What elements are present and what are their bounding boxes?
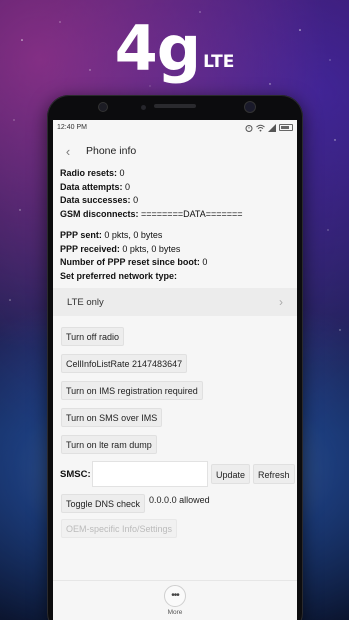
radio-resets-row: Radio resets: 0 bbox=[60, 167, 297, 181]
proximity-sensor-icon bbox=[141, 105, 146, 110]
data-attempts-value: 0 bbox=[125, 181, 131, 192]
alarm-icon bbox=[245, 124, 253, 132]
network-type-value: LTE only bbox=[67, 296, 104, 308]
gsm-disconnects-value: ========DATA======= bbox=[141, 208, 243, 219]
headline-4g: 4g bbox=[114, 12, 202, 85]
ppp-received-value: 0 pkts, 0 bytes bbox=[122, 243, 181, 254]
data-attempts-label: Data attempts: bbox=[60, 181, 123, 192]
refresh-button[interactable]: Refresh bbox=[253, 464, 295, 484]
smsc-label: SMSC: bbox=[60, 468, 91, 480]
dns-row: Toggle DNS check 0.0.0.0 allowed bbox=[53, 494, 297, 513]
sms-over-ims-button[interactable]: Turn on SMS over IMS bbox=[61, 408, 163, 427]
signal-icon bbox=[268, 123, 276, 132]
ppp-reset-value: 0 bbox=[202, 257, 208, 267]
front-camera-icon bbox=[99, 103, 107, 111]
ppp-reset-row: Number of PPP reset since boot: 0 bbox=[60, 256, 297, 270]
smsc-row: SMSC: Update Refresh bbox=[53, 460, 297, 488]
page-title: Phone info bbox=[86, 145, 137, 157]
preferred-network-row: Set preferred network type: bbox=[60, 270, 297, 284]
status-icons bbox=[245, 123, 293, 132]
toggle-dns-button[interactable]: Toggle DNS check bbox=[61, 494, 146, 513]
network-type-select[interactable]: LTE only › bbox=[53, 288, 297, 316]
data-attempts-row: Data attempts: 0 bbox=[60, 181, 297, 195]
lte-ram-dump-button[interactable]: Turn on lte ram dump bbox=[61, 435, 157, 454]
radio-resets-label: Radio resets: bbox=[60, 168, 118, 178]
radio-resets-value: 0 bbox=[119, 168, 125, 178]
ims-registration-button[interactable]: Turn on IMS registration required bbox=[61, 381, 203, 400]
data-successes-row: Data successes: 0 bbox=[60, 194, 297, 208]
earpiece-speaker bbox=[154, 104, 196, 108]
ppp-received-row: PPP received: 0 pkts, 0 bytes bbox=[60, 243, 297, 257]
gsm-disconnects-label: GSM disconnects: bbox=[60, 208, 139, 219]
status-time: 12:40 PM bbox=[57, 124, 87, 131]
phone-info-list: Radio resets: 0 Data attempts: 0 Data su… bbox=[53, 167, 297, 283]
battery-icon bbox=[279, 124, 293, 131]
turn-off-radio-button[interactable]: Turn off radio bbox=[61, 327, 125, 346]
hero-headline: 4g LTE bbox=[0, 14, 349, 84]
data-successes-value: 0 bbox=[133, 195, 139, 205]
ppp-sent-label: PPP sent: bbox=[60, 230, 102, 240]
cellinfo-rate-button[interactable]: CellInfoListRate 2147483647 bbox=[61, 354, 188, 373]
phone-screen: 12:40 PM ‹ Phone info Radio resets: 0 Da… bbox=[53, 120, 297, 620]
data-successes-label: Data successes: bbox=[60, 195, 131, 205]
update-button[interactable]: Update bbox=[211, 464, 251, 484]
gsm-disconnects-row: GSM disconnects: ========DATA======= bbox=[60, 208, 297, 222]
chevron-right-icon: › bbox=[279, 295, 283, 309]
chevron-left-icon[interactable]: ‹ bbox=[61, 144, 75, 159]
title-bar: ‹ Phone info bbox=[53, 135, 297, 167]
preferred-network-label: Set preferred network type: bbox=[60, 270, 178, 281]
ppp-received-label: PPP received: bbox=[60, 243, 120, 254]
oem-info-button[interactable]: OEM-specific Info/Settings bbox=[61, 519, 178, 538]
smsc-input[interactable] bbox=[92, 461, 208, 487]
more-dots-icon[interactable]: ••• bbox=[164, 585, 186, 607]
iris-scanner-icon bbox=[245, 102, 255, 112]
more-label: More bbox=[167, 609, 183, 616]
ppp-reset-label: Number of PPP reset since boot: bbox=[60, 257, 200, 267]
headline-lte: LTE bbox=[203, 52, 235, 72]
dns-status: 0.0.0.0 allowed bbox=[149, 495, 210, 505]
wifi-icon bbox=[256, 124, 265, 131]
ppp-sent-value: 0 pkts, 0 bytes bbox=[104, 230, 163, 240]
ppp-sent-row: PPP sent: 0 pkts, 0 bytes bbox=[60, 229, 297, 243]
bottom-bar: ••• More bbox=[53, 580, 297, 620]
status-bar: 12:40 PM bbox=[53, 120, 297, 135]
